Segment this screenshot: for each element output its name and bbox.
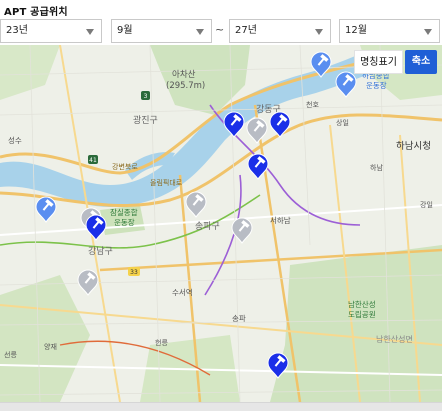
map-label: 남한산성면 xyxy=(376,334,413,344)
map-label: 선릉 xyxy=(4,350,17,359)
map-label: 아차산 xyxy=(172,69,196,80)
end-month-select[interactable]: 12월 xyxy=(339,19,440,43)
map-label: (295.7m) xyxy=(166,81,205,91)
map-view[interactable]: 41 3 33 아차산 (295.7m) 광진구 강동구 송파구 강남구 성수 … xyxy=(0,45,442,402)
start-month-select[interactable]: 9월 xyxy=(111,19,212,43)
map-label: 올림픽대로 xyxy=(150,178,183,187)
chevron-down-icon xyxy=(315,29,323,35)
chevron-down-icon xyxy=(196,29,204,35)
route-badge-label: 33 xyxy=(130,269,138,276)
map-label: 하남시청 xyxy=(396,140,431,152)
map-label: 강일 xyxy=(420,200,433,209)
range-separator: ~ xyxy=(215,23,225,36)
date-range-filters: 23년 9월 ~ 27년 12월 xyxy=(0,19,442,43)
map-label: 수서역 xyxy=(172,287,193,297)
start-year-select[interactable]: 23년 xyxy=(0,19,102,43)
page-title: APT 공급위치 xyxy=(4,7,68,18)
end-month-value: 12월 xyxy=(345,25,367,36)
name-toggle-button[interactable]: 명칭표기 xyxy=(354,50,403,74)
zoom-out-button[interactable]: 축소 xyxy=(405,50,437,74)
map-label: 하남 xyxy=(370,163,383,172)
map-label: 도립공원 xyxy=(348,310,376,319)
map-label: 운동장 xyxy=(114,217,135,227)
start-month-value: 9월 xyxy=(117,25,133,36)
map-label: 남한산성 xyxy=(348,299,376,309)
map-label: 송파 xyxy=(232,314,246,323)
map-canvas: 41 3 33 아차산 (295.7m) 광진구 강동구 송파구 강남구 성수 … xyxy=(0,45,442,402)
map-label: 서하남 xyxy=(270,215,291,225)
start-year-value: 23년 xyxy=(6,25,28,36)
map-label: 송파구 xyxy=(195,221,220,232)
chevron-down-icon xyxy=(86,29,94,35)
map-label: 강남구 xyxy=(88,246,113,257)
map-label: 천호 xyxy=(306,100,319,109)
map-label: 헌릉 xyxy=(155,339,168,347)
map-label: 잠실종합 xyxy=(110,207,138,217)
end-year-select[interactable]: 27년 xyxy=(229,19,331,43)
end-year-value: 27년 xyxy=(235,25,257,36)
chevron-down-icon xyxy=(424,29,432,35)
map-bottom-bar xyxy=(0,402,442,411)
map-label: 성수 xyxy=(8,136,22,145)
route-badge-label: 41 xyxy=(89,157,97,164)
map-label: 운동장 xyxy=(366,80,387,90)
map-label: 상일 xyxy=(336,118,349,127)
map-label: 강변북로 xyxy=(112,162,138,171)
route-badge-label: 3 xyxy=(144,93,148,100)
map-label: 광진구 xyxy=(133,114,158,126)
map-label: 양재 xyxy=(44,343,57,351)
